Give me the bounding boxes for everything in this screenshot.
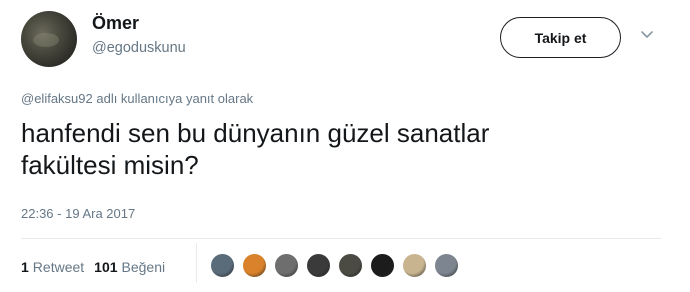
retweet-label[interactable]: Retweet xyxy=(33,259,84,275)
tweet-card: Ömer @egoduskunu Takip et @elifaksu92 ad… xyxy=(0,0,690,292)
reply-context-text: adlı kullanıcıya yanıt olarak xyxy=(92,91,254,106)
like-count[interactable]: 101 xyxy=(94,259,117,275)
liker-avatar[interactable] xyxy=(274,253,299,278)
divider xyxy=(21,238,661,239)
liker-avatar[interactable] xyxy=(306,253,331,278)
liker-avatars xyxy=(210,253,466,278)
chevron-down-icon[interactable] xyxy=(640,30,654,40)
reply-context: @elifaksu92 adlı kullanıcıya yanıt olara… xyxy=(21,91,253,106)
liker-avatar[interactable] xyxy=(242,253,267,278)
like-label[interactable]: Beğeni xyxy=(122,259,166,275)
liker-avatar[interactable] xyxy=(210,253,235,278)
follow-button[interactable]: Takip et xyxy=(500,17,621,58)
stats-divider xyxy=(196,243,197,283)
avatar[interactable] xyxy=(21,11,77,67)
liker-avatar[interactable] xyxy=(370,253,395,278)
liker-avatar[interactable] xyxy=(338,253,363,278)
tweet-text-line: fakültesi misin? xyxy=(21,150,199,180)
reply-mention-link[interactable]: @elifaksu92 xyxy=(21,91,93,106)
retweet-count[interactable]: 1 xyxy=(21,259,29,275)
liker-avatar[interactable] xyxy=(402,253,427,278)
tweet-text-line: hanfendi sen bu dünyanın güzel sanatlar xyxy=(21,118,490,148)
tweet-timestamp[interactable]: 22:36 - 19 Ara 2017 xyxy=(21,206,135,221)
tweet-stats: 1 Retweet 101 Beğeni xyxy=(21,259,175,275)
display-name[interactable]: Ömer xyxy=(92,13,139,34)
tweet-text: hanfendi sen bu dünyanın güzel sanatlar … xyxy=(21,117,641,181)
user-handle[interactable]: @egoduskunu xyxy=(92,40,186,56)
liker-avatar[interactable] xyxy=(434,253,459,278)
